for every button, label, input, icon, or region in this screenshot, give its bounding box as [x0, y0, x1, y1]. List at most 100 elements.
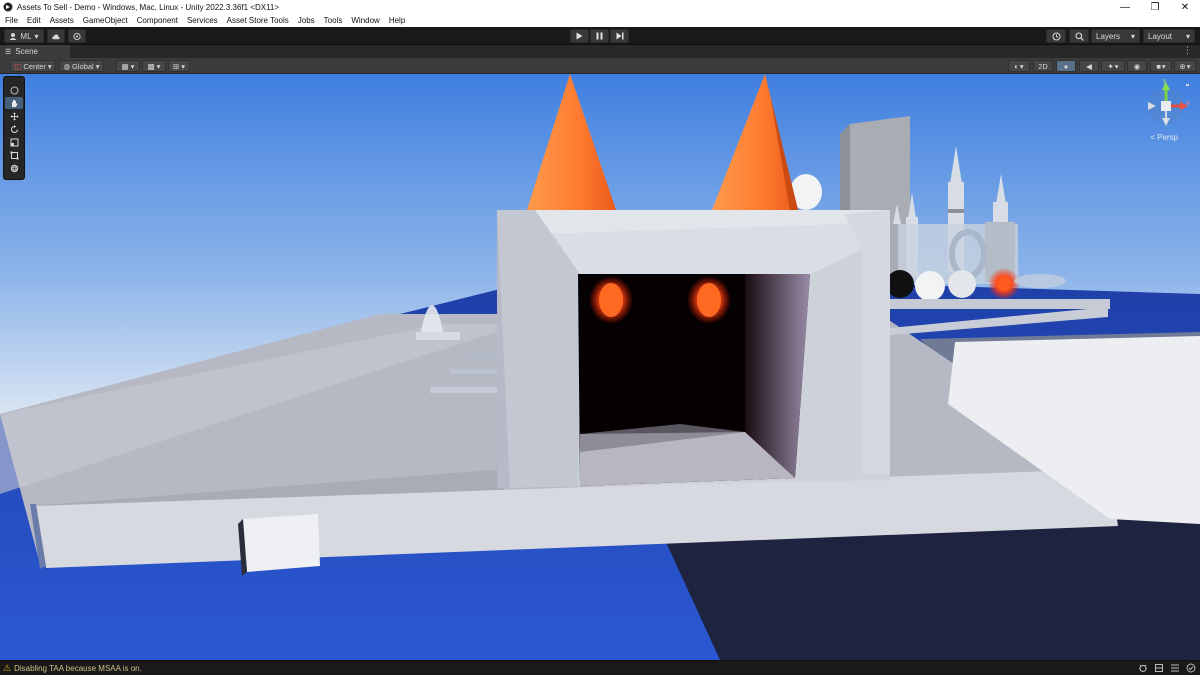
account-dropdown[interactable]: ML ▾: [4, 29, 44, 43]
scale-tool-button[interactable]: [5, 136, 23, 148]
menu-assets[interactable]: Assets: [50, 16, 74, 25]
transform-icon: [10, 164, 18, 172]
progress-icon[interactable]: [1170, 663, 1180, 673]
pivot-mode-dropdown[interactable]: ◫ Center ▾: [10, 60, 56, 72]
ruler-icon: ⊞: [172, 61, 180, 71]
toggle-2d-label: 2D: [1038, 61, 1048, 71]
projection-toggle[interactable]: < Persp: [1150, 133, 1178, 142]
menu-bar: File Edit Assets GameObject Component Se…: [0, 14, 1200, 27]
pivot-rotation-label: Global: [72, 61, 94, 71]
hand-tool-button[interactable]: [5, 97, 23, 109]
layers-dropdown[interactable]: Layers ▾: [1091, 29, 1140, 43]
chevron-down-icon: ▾: [47, 61, 52, 71]
restore-button[interactable]: ❐: [1140, 0, 1170, 14]
pivot-rotation-dropdown[interactable]: ◍ Global ▾: [59, 60, 104, 72]
rotate-tool-button[interactable]: [5, 123, 23, 135]
pause-button[interactable]: [590, 29, 609, 43]
status-message[interactable]: Disabling TAA because MSAA is on.: [14, 664, 142, 673]
view-tool-button[interactable]: [5, 84, 23, 96]
snap-increment-dropdown[interactable]: ▩ ▾: [142, 60, 166, 72]
menu-component[interactable]: Component: [137, 16, 178, 25]
layout-dropdown[interactable]: Layout ▾: [1143, 29, 1195, 43]
layers-label: Layers: [1096, 31, 1121, 41]
menu-gameobject[interactable]: GameObject: [83, 16, 128, 25]
lightbulb-icon: ●: [1063, 61, 1069, 71]
chevron-down-icon: ▾: [181, 61, 186, 71]
collab-button[interactable]: [68, 29, 86, 43]
cloud-button[interactable]: [47, 29, 65, 43]
scene-viewport[interactable]: y x: [0, 74, 1200, 660]
chevron-down-icon: ▾: [130, 61, 135, 71]
account-icon: [9, 33, 17, 40]
rect-tool-button[interactable]: [5, 149, 23, 161]
view-icon: [10, 86, 18, 94]
transform-tool-button[interactable]: [5, 162, 23, 174]
search-button[interactable]: [1069, 29, 1089, 43]
search-icon: [1074, 31, 1084, 41]
scene-toolbar: ◫ Center ▾ ◍ Global ▾ ▦ ▾ ▩ ▾ ⊞ ▾ ◐ ▾ 2D ● ◀…: [0, 58, 1200, 74]
scene-visibility-toggle[interactable]: ◉: [1127, 60, 1147, 72]
gizmos-dropdown[interactable]: ⊕ ▾: [1174, 60, 1196, 72]
close-button[interactable]: ✕: [1170, 0, 1200, 14]
minimize-button[interactable]: —: [1110, 0, 1140, 14]
effects-icon: ✦: [1107, 61, 1114, 71]
chevron-down-icon: ▾: [1161, 61, 1166, 71]
cache-server-icon[interactable]: [1154, 663, 1164, 673]
menu-asset-store-tools[interactable]: Asset Store Tools: [227, 16, 289, 25]
toggle-2d-button[interactable]: 2D: [1033, 60, 1053, 72]
lighting-toggle[interactable]: ●: [1056, 60, 1076, 72]
play-icon: [576, 32, 583, 40]
bug-icon[interactable]: [1138, 663, 1148, 673]
effects-dropdown[interactable]: ✦ ▾: [1101, 60, 1125, 72]
transform-toolbar: [3, 76, 25, 180]
grid-snapping-dropdown[interactable]: ▦ ▾: [116, 60, 140, 72]
chevron-down-icon: ▾: [1019, 61, 1024, 71]
menu-window[interactable]: Window: [351, 16, 379, 25]
rotate-icon: [10, 124, 18, 133]
status-bar: ⚠ Disabling TAA because MSAA is on.: [0, 660, 1200, 675]
chevron-down-icon: ▾: [156, 61, 161, 71]
menu-jobs[interactable]: Jobs: [298, 16, 315, 25]
more-options-icon[interactable]: ⋮: [1183, 45, 1192, 56]
chevron-down-icon: ▾: [1130, 31, 1135, 41]
tab-scene[interactable]: ☰ Scene: [0, 45, 70, 58]
menu-services[interactable]: Services: [187, 16, 218, 25]
step-button[interactable]: [610, 29, 629, 43]
move-tool-button[interactable]: [5, 110, 23, 122]
gizmos-icon: ⊕: [1179, 61, 1186, 71]
chevron-down-icon: ▾: [1186, 61, 1191, 71]
speaker-icon: ◀: [1086, 61, 1092, 71]
draw-mode-dropdown[interactable]: ◐ ▾: [1008, 60, 1030, 72]
check-circle-icon[interactable]: [1186, 663, 1196, 673]
pivot-mode-label: Center: [23, 61, 46, 71]
audio-toggle[interactable]: ◀: [1079, 60, 1099, 72]
chevron-down-icon: ▾: [1185, 31, 1190, 41]
chevron-down-icon: ▾: [95, 61, 100, 71]
panel-tab-bar: ☰ Scene ⋮: [0, 45, 1200, 58]
pause-icon: [596, 32, 603, 40]
step-icon: [616, 32, 623, 40]
account-label: ML: [20, 31, 32, 41]
tab-scene-label: Scene: [15, 47, 38, 56]
pivot-center-icon: ◫: [14, 61, 22, 71]
globe-icon: ◍: [63, 61, 71, 71]
title-bar: Assets To Sell - Demo - Windows, Mac, Li…: [0, 0, 1200, 14]
window-title: Assets To Sell - Demo - Windows, Mac, Li…: [17, 2, 280, 12]
menu-tools[interactable]: Tools: [324, 16, 343, 25]
menu-file[interactable]: File: [5, 16, 18, 25]
menu-help[interactable]: Help: [389, 16, 405, 25]
unity-logo-icon: [3, 2, 13, 12]
layout-label: Layout: [1148, 31, 1173, 41]
gizmo-y-label: y: [1163, 78, 1167, 85]
history-icon: [1052, 32, 1060, 40]
shading-sphere-icon: ◐: [1014, 61, 1019, 71]
camera-dropdown[interactable]: ■ ▾: [1150, 60, 1172, 72]
hand-icon: [11, 99, 17, 107]
undo-history-button[interactable]: [1046, 29, 1066, 43]
play-button[interactable]: [570, 29, 589, 43]
grid-plane-dropdown[interactable]: ⊞ ▾: [168, 60, 190, 72]
menu-edit[interactable]: Edit: [27, 16, 41, 25]
hamburger-icon: ☰: [5, 48, 12, 56]
scale-icon: [10, 138, 18, 146]
chevron-down-icon: ▾: [34, 31, 39, 41]
